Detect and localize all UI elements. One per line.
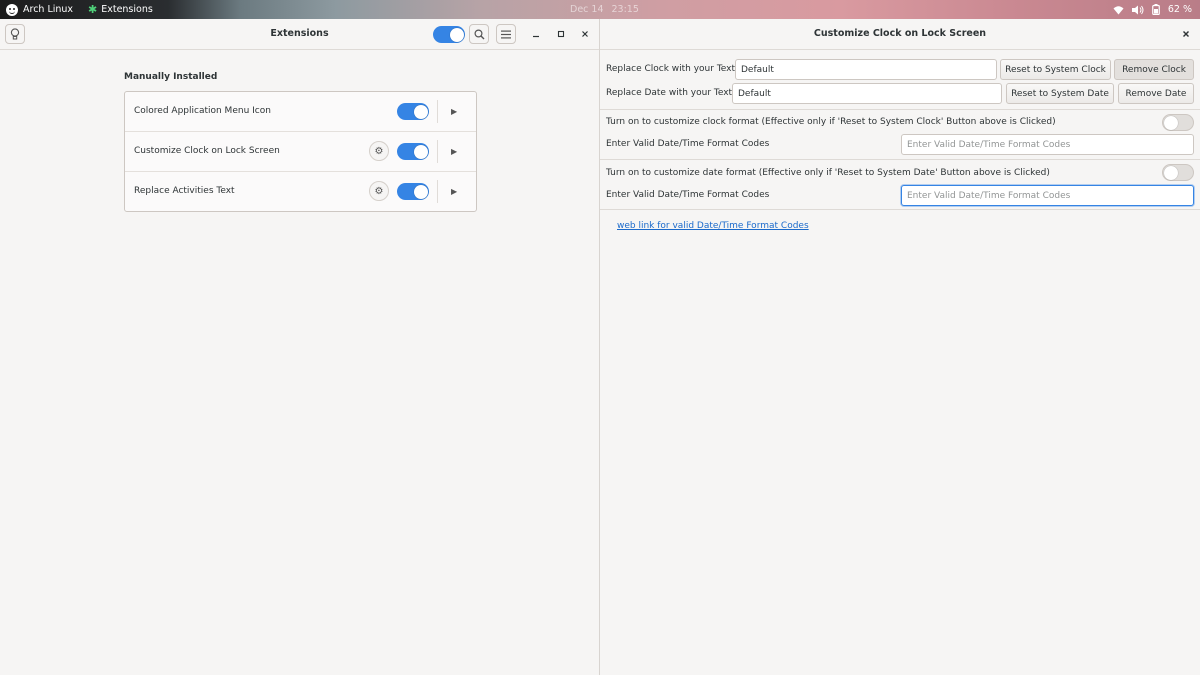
remove-clock-button[interactable]: Remove Clock [1114, 59, 1194, 80]
date-format-label: Enter Valid Date/Time Format Codes [606, 190, 770, 200]
close-icon [1183, 31, 1189, 37]
clock-text-label: Replace Clock with your Text [606, 64, 736, 74]
activities-label: Arch Linux [23, 4, 74, 15]
extension-row[interactable]: Colored Application Menu Icon ▶ [125, 92, 476, 132]
minimize-icon [533, 35, 539, 38]
minimize-button[interactable] [528, 26, 544, 42]
gear-icon: ⚙ [374, 185, 384, 197]
extension-toggle[interactable] [397, 103, 429, 120]
extension-row[interactable]: Customize Clock on Lock Screen ⚙ ▶ [125, 132, 476, 172]
remove-date-button[interactable]: Remove Date [1118, 83, 1194, 104]
date-text-input[interactable] [732, 83, 1002, 104]
extension-name: Colored Application Menu Icon [134, 106, 271, 116]
row-separator [437, 180, 438, 203]
battery-icon [1152, 4, 1160, 15]
extensions-window: Extensions Manually Installed Colored Ap… [0, 19, 600, 675]
app-menu-label: Extensions [101, 4, 153, 15]
close-button[interactable] [577, 26, 593, 42]
expand-arrow-icon[interactable]: ▶ [451, 92, 457, 131]
clock-date: Dec 14 [570, 4, 604, 15]
expand-arrow-icon[interactable]: ▶ [451, 172, 457, 211]
activities-button[interactable]: Arch Linux [6, 0, 73, 19]
close-button[interactable] [1178, 26, 1194, 42]
search-button[interactable] [469, 24, 489, 44]
clock-time: 23:15 [611, 4, 639, 15]
section-title: Manually Installed [124, 72, 218, 82]
close-icon [582, 31, 588, 37]
puzzle-icon: ✱ [88, 3, 98, 16]
reset-clock-button[interactable]: Reset to System Clock [1000, 59, 1111, 80]
preferences-window: Customize Clock on Lock Screen Replace C… [600, 19, 1200, 675]
volume-icon [1131, 5, 1144, 15]
search-icon [473, 28, 484, 39]
extension-list: Colored Application Menu Icon ▶ Customiz… [124, 91, 477, 212]
clock[interactable]: Dec 14 23:15 [570, 0, 639, 19]
date-format-toggle[interactable] [1162, 164, 1194, 181]
extension-row[interactable]: Replace Activities Text ⚙ ▶ [125, 172, 476, 211]
extension-toggle[interactable] [397, 143, 429, 160]
clock-text-input[interactable] [735, 59, 997, 80]
row-separator [437, 140, 438, 163]
row-separator [437, 100, 438, 123]
system-status-area[interactable]: 62 % [1113, 0, 1192, 19]
extension-name: Replace Activities Text [134, 186, 235, 196]
clock-format-toggle-label: Turn on to customize clock format (Effec… [606, 117, 1056, 127]
menu-button[interactable] [496, 24, 516, 44]
header-bar: Extensions [0, 19, 599, 50]
expand-arrow-icon[interactable]: ▶ [451, 132, 457, 171]
global-extensions-toggle[interactable] [433, 26, 465, 43]
wifi-icon [1113, 5, 1124, 15]
distro-logo-icon [6, 3, 18, 16]
extension-settings-button[interactable]: ⚙ [369, 141, 389, 161]
header-bar: Customize Clock on Lock Screen [600, 19, 1200, 50]
clock-format-input[interactable] [901, 134, 1194, 155]
gear-icon: ⚙ [374, 145, 384, 157]
battery-percentage: 62 % [1167, 4, 1192, 15]
maximize-icon [557, 30, 565, 38]
app-menu[interactable]: ✱ Extensions [88, 0, 153, 19]
window-title: Customize Clock on Lock Screen [813, 28, 987, 39]
clock-format-toggle[interactable] [1162, 114, 1194, 131]
date-format-toggle-label: Turn on to customize date format (Effect… [606, 168, 1050, 178]
date-format-input[interactable] [901, 185, 1194, 206]
extension-name: Customize Clock on Lock Screen [134, 146, 280, 156]
hamburger-icon [501, 30, 511, 38]
divider [600, 159, 1200, 160]
reset-date-button[interactable]: Reset to System Date [1006, 83, 1114, 104]
maximize-button[interactable] [553, 26, 569, 42]
divider [600, 109, 1200, 110]
extension-toggle[interactable] [397, 183, 429, 200]
divider [600, 209, 1200, 210]
extension-settings-button[interactable]: ⚙ [369, 181, 389, 201]
clock-format-label: Enter Valid Date/Time Format Codes [606, 139, 770, 149]
format-codes-link[interactable]: web link for valid Date/Time Format Code… [617, 221, 809, 231]
top-bar: Arch Linux ✱ Extensions Dec 14 23:15 62 … [0, 0, 1200, 19]
date-text-label: Replace Date with your Text [606, 88, 733, 98]
